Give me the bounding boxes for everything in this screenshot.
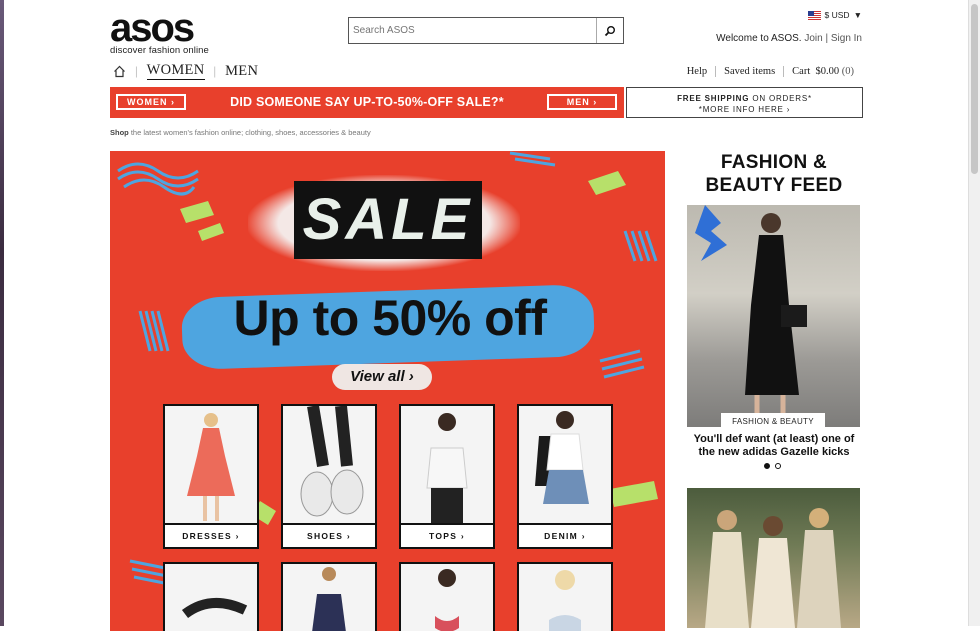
category-card-shoes[interactable]: SHOES › (281, 404, 377, 549)
feed-caption[interactable]: You'll def want (at least) one of the ne… (688, 433, 860, 459)
cart-count: (0) (841, 66, 854, 77)
saved-items-link[interactable]: Saved items (715, 66, 783, 77)
feed-article-image-2[interactable] (687, 488, 860, 628)
swimwear-product-image (401, 564, 493, 631)
sale-promo-banner: WOMEN › DID SOMEONE SAY UP-TO-50%-OFF SA… (110, 87, 624, 118)
nav-separator: | (213, 63, 217, 78)
window-edge (0, 0, 4, 626)
us-flag-icon (807, 10, 821, 20)
sale-hero[interactable]: SALE Up to 50% off View all › DRESSES › … (110, 151, 665, 631)
tops-product-image (401, 406, 493, 523)
help-link[interactable]: Help (679, 66, 715, 77)
welcome-area: Welcome to ASOS. Join | Sign In (716, 33, 862, 44)
welcome-text: Welcome to ASOS. (716, 33, 802, 44)
feed-title-line1: FASHION & (720, 152, 828, 173)
sign-in-link[interactable]: Sign In (831, 33, 862, 44)
blouse-product-image (519, 564, 611, 631)
category-label: SHOES › (283, 523, 375, 547)
free-shipping-banner[interactable]: FREE SHIPPING ON ORDERS* *MORE INFO HERE… (626, 87, 863, 118)
category-card-dresses[interactable]: DRESSES › (163, 404, 259, 549)
join-link[interactable]: Join (804, 33, 822, 44)
feed-heading: FASHION & BEAUTY FEED (688, 151, 860, 197)
currency-label: $ USD (824, 10, 850, 20)
shipping-line: FREE SHIPPING ON ORDERS* (627, 93, 862, 104)
divider: | (825, 33, 829, 44)
gender-nav: | WOMEN | MEN (113, 62, 258, 80)
belt-product-image (165, 564, 257, 631)
view-all-link[interactable]: View all › (332, 364, 432, 390)
sale-heading: SALE (294, 181, 482, 259)
shop-rest: the latest women's fashion online; cloth… (128, 128, 371, 137)
logo-tagline: discover fashion online (110, 45, 209, 56)
feed-category-tag[interactable]: FASHION & BEAUTY (721, 413, 825, 430)
logo-wordmark: asos (110, 6, 195, 50)
feed-title-line2: BEAUTY FEED (705, 175, 843, 196)
cart-label: Cart (792, 66, 811, 77)
caret-down-icon: ▼ (853, 10, 862, 20)
tab-women[interactable]: WOMEN (146, 62, 205, 80)
search-bar (348, 17, 624, 44)
promo-text[interactable]: DID SOMEONE SAY UP-TO-50%-OFF SALE?* (200, 95, 534, 109)
promo-men-button[interactable]: MEN › (547, 94, 617, 110)
category-label: DRESSES › (165, 523, 257, 547)
category-label: TOPS › (401, 523, 493, 547)
category-card[interactable] (163, 562, 259, 631)
search-button[interactable] (596, 18, 623, 43)
feed-article-image[interactable] (687, 205, 860, 427)
category-card[interactable] (281, 562, 377, 631)
category-card[interactable] (517, 562, 613, 631)
account-nav: Help Saved items Cart $0.00 (0) (679, 66, 862, 77)
cart-amount: $0.00 (815, 66, 840, 77)
page-scrollbar[interactable] (968, 0, 980, 626)
tab-men[interactable]: MEN (225, 63, 258, 80)
shop-bold: Shop (110, 128, 129, 137)
category-card-denim[interactable]: DENIM › (517, 404, 613, 549)
search-input[interactable] (349, 18, 596, 43)
category-card-tops[interactable]: TOPS › (399, 404, 495, 549)
shipping-rest: ON ORDERS* (749, 94, 812, 103)
cart-link[interactable]: Cart $0.00 (0) (783, 66, 862, 77)
promo-women-button[interactable]: WOMEN › (116, 94, 186, 110)
search-icon (604, 25, 615, 36)
denim-product-image (519, 406, 611, 523)
asos-logo[interactable]: asos discover fashion online (110, 6, 209, 56)
home-icon[interactable] (113, 65, 126, 78)
category-card[interactable] (399, 562, 495, 631)
jumpsuit-product-image (283, 564, 375, 631)
shop-description: Shop the latest women's fashion online; … (110, 128, 371, 137)
dress-product-image (165, 406, 257, 523)
discount-headline: Up to 50% off (233, 290, 547, 346)
nav-separator: | (135, 63, 138, 78)
shipping-bold: FREE SHIPPING (677, 94, 750, 103)
scrollbar-thumb[interactable] (971, 4, 978, 174)
carousel-dot[interactable] (775, 463, 781, 469)
carousel-dots (764, 463, 781, 469)
shoes-product-image (283, 406, 375, 523)
category-label: DENIM › (519, 523, 611, 547)
currency-selector[interactable]: $ USD ▼ (807, 10, 862, 20)
shipping-more-info: *MORE INFO HERE › (698, 105, 791, 114)
carousel-dot-active[interactable] (764, 463, 770, 469)
